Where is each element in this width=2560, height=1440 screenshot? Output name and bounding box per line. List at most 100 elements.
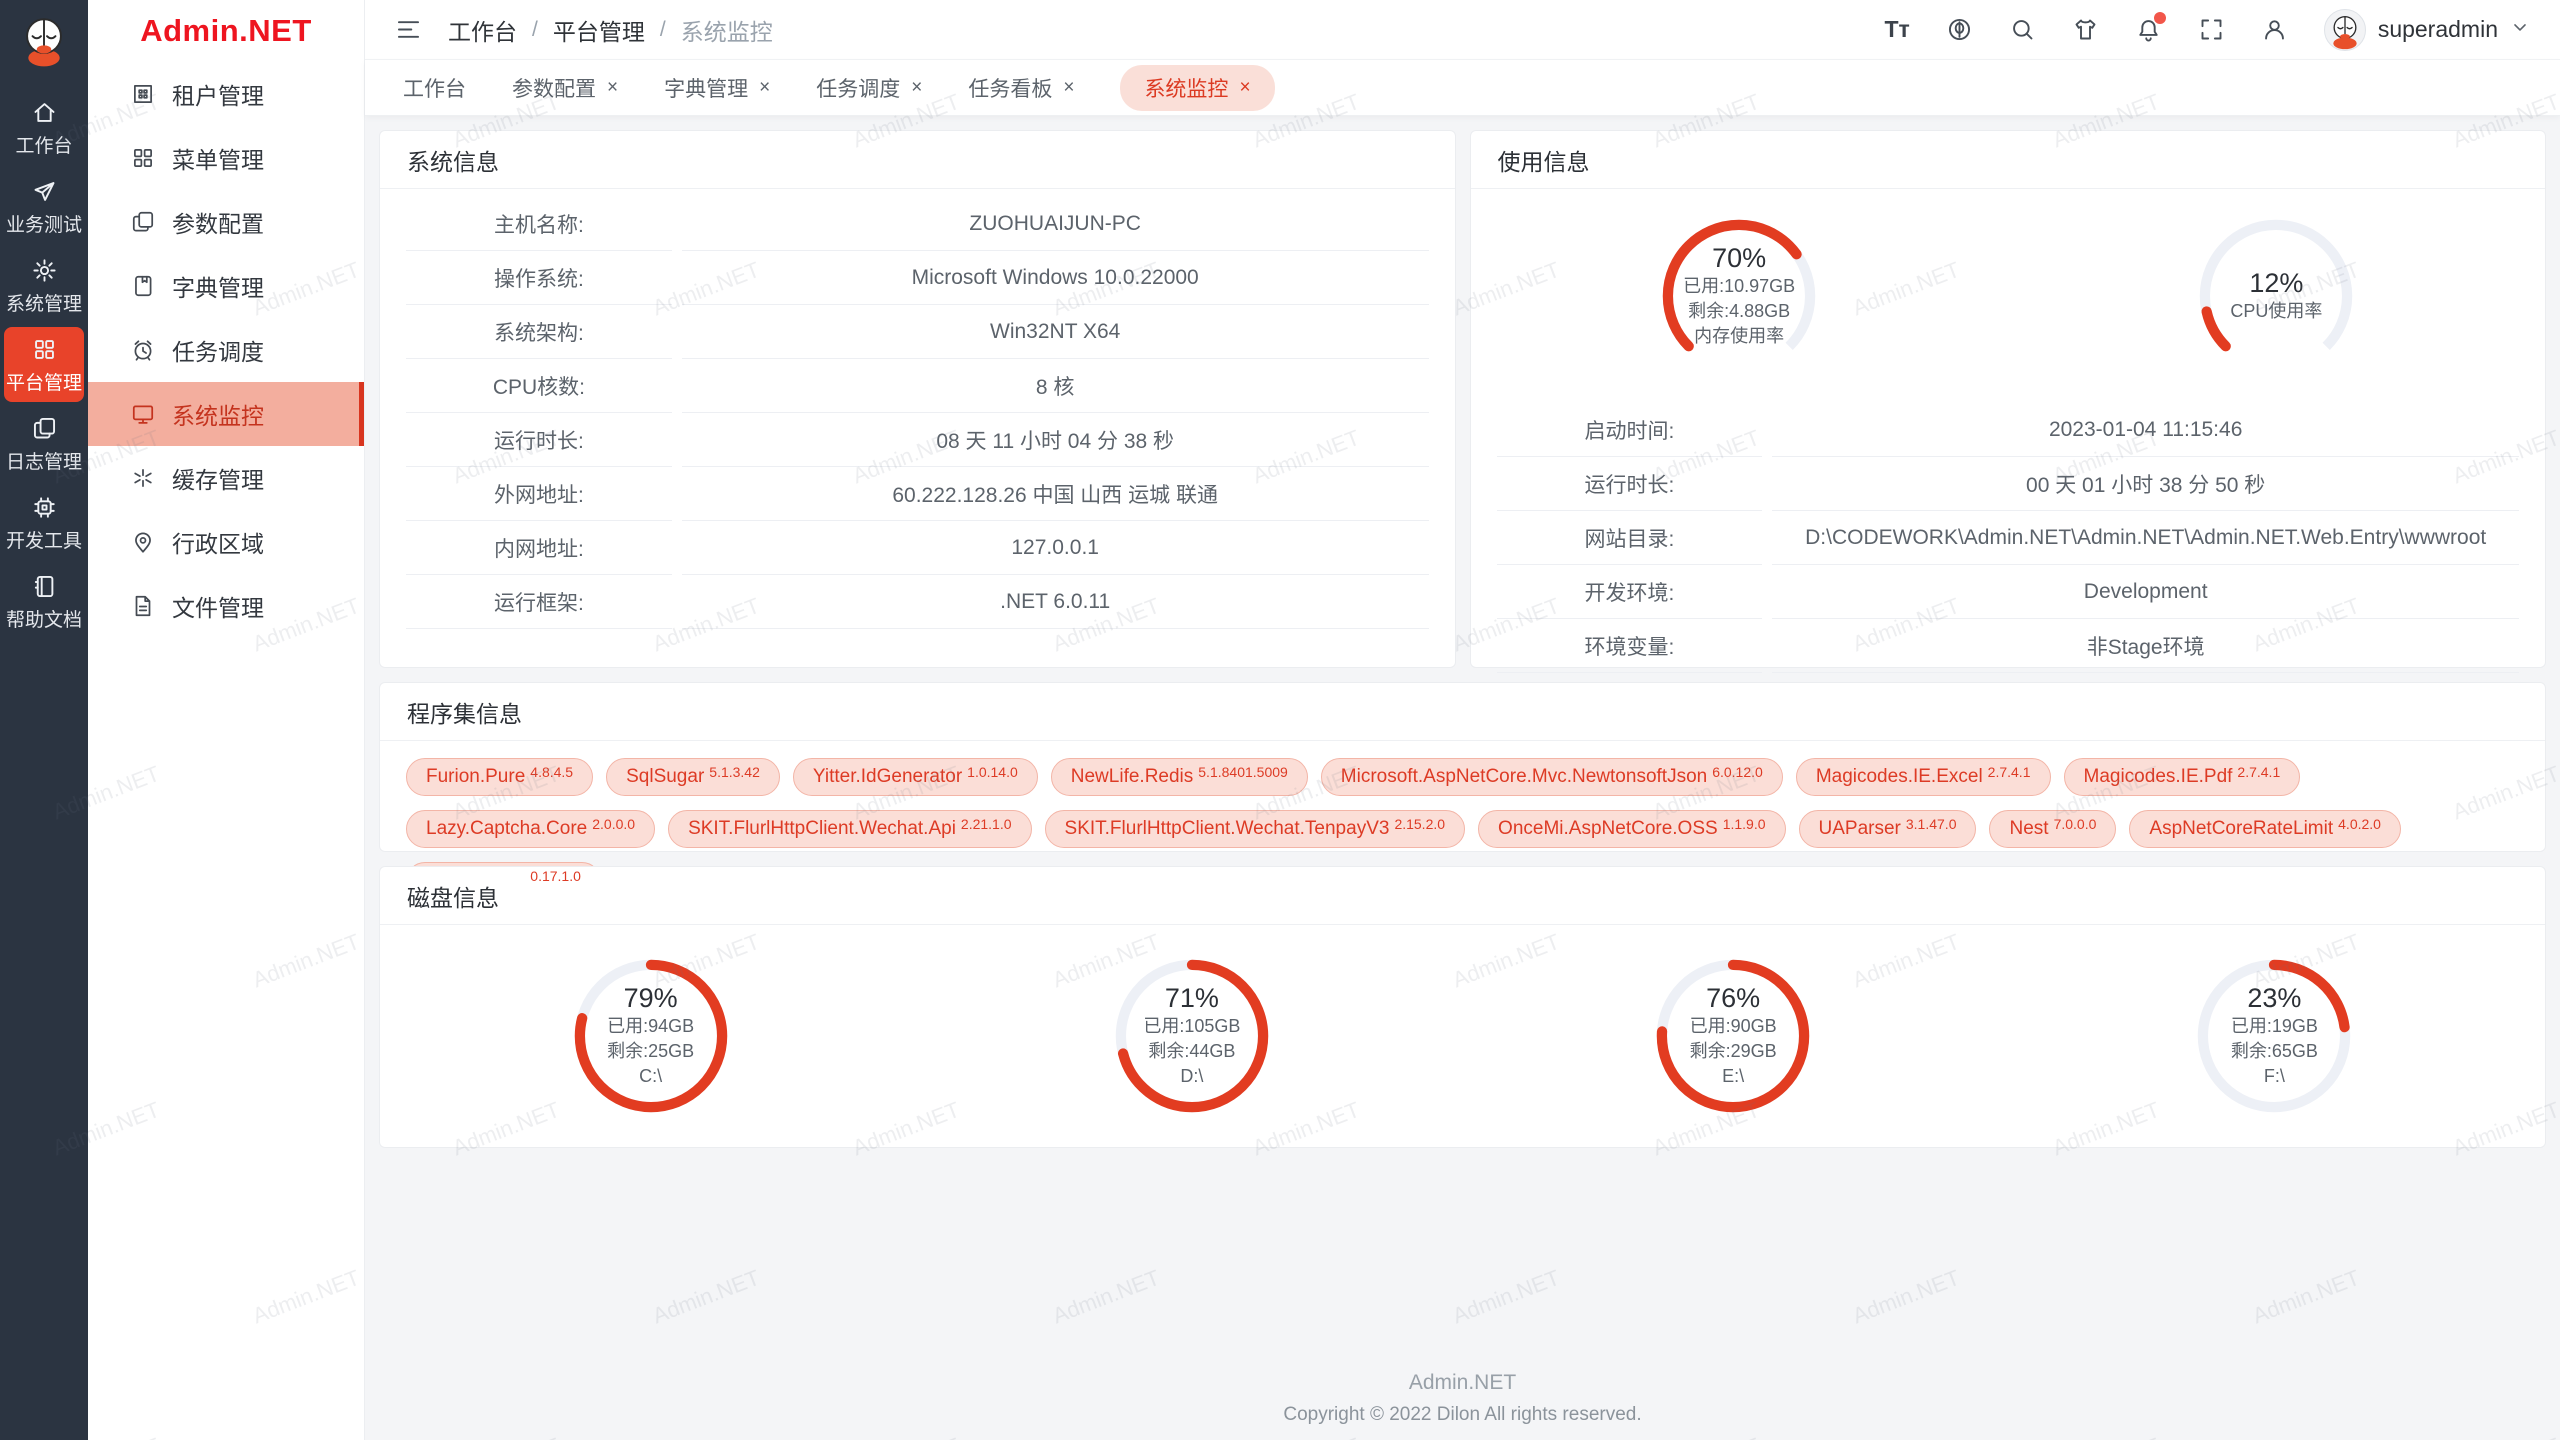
tab-task-schedule[interactable]: 任务调度× bbox=[816, 73, 922, 103]
row-label: 环境变量: bbox=[1497, 619, 1763, 673]
rail-item-system-mgmt[interactable]: 系统管理 bbox=[4, 248, 84, 323]
breadcrumb-item[interactable]: 工作台 bbox=[448, 13, 517, 47]
sidebar-item-dict-mgmt[interactable]: 字典管理 bbox=[88, 254, 364, 318]
tab-label: 字典管理 bbox=[664, 73, 748, 103]
rail-item-label: 开发工具 bbox=[6, 526, 82, 553]
book-icon bbox=[130, 273, 156, 299]
send-icon bbox=[31, 178, 58, 205]
tag-version: 3.1.47.0 bbox=[1906, 816, 1957, 832]
sidebar-item-tenant-mgmt[interactable]: 租户管理 bbox=[88, 62, 364, 126]
system-info-table: 主机名称:ZUOHUAIJUN-PC 操作系统:Microsoft Window… bbox=[380, 189, 1455, 629]
gauge-percent: 12% bbox=[2166, 268, 2386, 299]
sidebar-item-task-schedule[interactable]: 任务调度 bbox=[88, 318, 364, 382]
tab-bar: 工作台 参数配置× 字典管理 × 任务调度× 任务看板 × 系统监控 × bbox=[365, 60, 2560, 116]
assembly-tag: SKIT.FlurlHttpClient.Wechat.TenpayV32.15… bbox=[1045, 810, 1466, 848]
tab-dict-mgmt[interactable]: 字典管理 × bbox=[664, 73, 770, 103]
row-value: 非Stage环境 bbox=[1772, 619, 2519, 673]
tag-name: Lazy.Captcha.Core bbox=[426, 818, 587, 840]
theme-shirt-icon[interactable] bbox=[2072, 16, 2099, 43]
tab-param-config[interactable]: 参数配置× bbox=[512, 73, 618, 103]
collapse-menu-button[interactable] bbox=[395, 16, 422, 43]
sidebar-item-label: 字典管理 bbox=[172, 269, 264, 303]
row-value: .NET 6.0.11 bbox=[682, 575, 1429, 629]
font-size-icon[interactable]: Tт bbox=[1884, 16, 1909, 43]
tag-version: 2.21.1.0 bbox=[961, 816, 1012, 832]
table-row: 运行框架:.NET 6.0.11 bbox=[406, 575, 1429, 629]
gauge-percent: 70% bbox=[1629, 243, 1849, 274]
user-menu[interactable]: superadmin bbox=[2324, 9, 2530, 51]
gauge-percent: 71% bbox=[1082, 983, 1302, 1014]
tab-workbench[interactable]: 工作台 bbox=[403, 73, 466, 103]
sidebar-item-param-config[interactable]: 参数配置 bbox=[88, 190, 364, 254]
sidebar-item-system-monitor[interactable]: 系统监控 bbox=[88, 382, 364, 446]
disk-gauge-c: 79% 已用:94GB 剩余:25GB C:\ bbox=[380, 925, 921, 1147]
sidebar-item-menu-mgmt[interactable]: 菜单管理 bbox=[88, 126, 364, 190]
gauge-drive: F:\ bbox=[2164, 1064, 2384, 1089]
sidebar-item-cache-mgmt[interactable]: 缓存管理 bbox=[88, 446, 364, 510]
rail-item-platform-mgmt[interactable]: 平台管理 bbox=[4, 327, 84, 402]
page-content: 系统信息 主机名称:ZUOHUAIJUN-PC 操作系统:Microsoft W… bbox=[365, 116, 2560, 1440]
book-icon bbox=[31, 573, 58, 600]
memory-gauge-text: 70% 已用:10.97GB 剩余:4.88GB 内存使用率 bbox=[1629, 243, 1849, 349]
tab-close-icon[interactable]: × bbox=[1239, 78, 1250, 97]
gauge-used: 已用:94GB bbox=[541, 1014, 761, 1039]
tab-close-icon[interactable]: × bbox=[911, 78, 922, 97]
cpu-gauge-text: 12% CPU使用率 bbox=[2166, 268, 2386, 324]
row-value: Win32NT X64 bbox=[682, 305, 1429, 359]
language-icon[interactable] bbox=[1946, 16, 1973, 43]
gauge-free: 剩余:65GB bbox=[2164, 1039, 2384, 1064]
rail-item-log-mgmt[interactable]: 日志管理 bbox=[4, 406, 84, 481]
tag-name: SqlSugar bbox=[626, 766, 704, 788]
tab-close-icon[interactable]: × bbox=[1063, 78, 1074, 97]
user-profile-icon[interactable] bbox=[2261, 16, 2288, 43]
tag-name: SKIT.FlurlHttpClient.Wechat.TenpayV3 bbox=[1065, 818, 1390, 840]
breadcrumb-item[interactable]: 平台管理 bbox=[553, 13, 645, 47]
tag-name: UAParser bbox=[1819, 818, 1901, 840]
assembly-tag: Furion.Pure4.8.4.5 bbox=[406, 758, 593, 796]
gauge-percent: 23% bbox=[2164, 983, 2384, 1014]
tag-version: 2.15.2.0 bbox=[1394, 816, 1445, 832]
rail-item-label: 系统管理 bbox=[6, 289, 82, 316]
gauge-drive: E:\ bbox=[1623, 1064, 1843, 1089]
search-icon[interactable] bbox=[2009, 16, 2036, 43]
rail-item-dev-tools[interactable]: 开发工具 bbox=[4, 485, 84, 560]
card-title: 系统信息 bbox=[380, 131, 1455, 189]
sidebar-item-file-mgmt[interactable]: 文件管理 bbox=[88, 574, 364, 638]
app-logo-mascot[interactable] bbox=[13, 8, 75, 74]
sidebar-menu: Admin.NET 租户管理 菜单管理 参数配置 字典管理 任务调度 系统监控 … bbox=[88, 0, 365, 1440]
tab-system-monitor[interactable]: 系统监控 × bbox=[1120, 65, 1274, 111]
row-label: 启动时间: bbox=[1497, 403, 1763, 457]
fullscreen-icon[interactable] bbox=[2198, 16, 2225, 43]
tab-close-icon[interactable]: × bbox=[759, 78, 770, 97]
tab-label: 任务看板 bbox=[968, 73, 1052, 103]
sidebar-item-label: 租户管理 bbox=[172, 77, 264, 111]
sidebar-item-label: 系统监控 bbox=[172, 397, 264, 431]
tag-name: Magicodes.IE.Excel bbox=[1816, 766, 1983, 788]
rail-item-business-test[interactable]: 业务测试 bbox=[4, 169, 84, 244]
cpu-gauge: 12% CPU使用率 bbox=[2008, 189, 2545, 403]
gauge-used: 已用:90GB bbox=[1623, 1014, 1843, 1039]
avatar bbox=[2324, 9, 2366, 51]
sidebar-item-label: 任务调度 bbox=[172, 333, 264, 367]
sidebar-item-label: 缓存管理 bbox=[172, 461, 264, 495]
disk-info-card: 磁盘信息 79% 已用:94GB 剩余:25GB C:\ bbox=[379, 866, 2546, 1148]
tab-label: 系统监控 bbox=[1144, 73, 1228, 103]
header-actions: Tт bbox=[1884, 9, 2530, 51]
app-logo-text[interactable]: Admin.NET bbox=[88, 0, 364, 62]
rail-item-workbench[interactable]: 工作台 bbox=[4, 90, 84, 165]
alarm-clock-icon bbox=[130, 337, 156, 363]
row-value: Development bbox=[1772, 565, 2519, 619]
assembly-tag: Lazy.Captcha.Core2.0.0.0 bbox=[406, 810, 655, 848]
rail-item-help-docs[interactable]: 帮助文档 bbox=[4, 564, 84, 639]
sidebar-item-admin-region[interactable]: 行政区域 bbox=[88, 510, 364, 574]
copy-docs-icon bbox=[31, 415, 58, 442]
tab-close-icon[interactable]: × bbox=[607, 78, 618, 97]
row-label: 外网地址: bbox=[406, 467, 672, 521]
usage-gauges: 70% 已用:10.97GB 剩余:4.88GB 内存使用率 12 bbox=[1471, 189, 2546, 403]
tag-name: Furion.Pure bbox=[426, 766, 525, 788]
notification-bell-icon[interactable] bbox=[2135, 16, 2162, 43]
table-row: CPU核数:8 核 bbox=[406, 359, 1429, 413]
tab-task-board[interactable]: 任务看板 × bbox=[968, 73, 1074, 103]
assembly-tag: AspNetCoreRateLimit4.0.2.0 bbox=[2129, 810, 2401, 848]
row-label: 系统架构: bbox=[406, 305, 672, 359]
